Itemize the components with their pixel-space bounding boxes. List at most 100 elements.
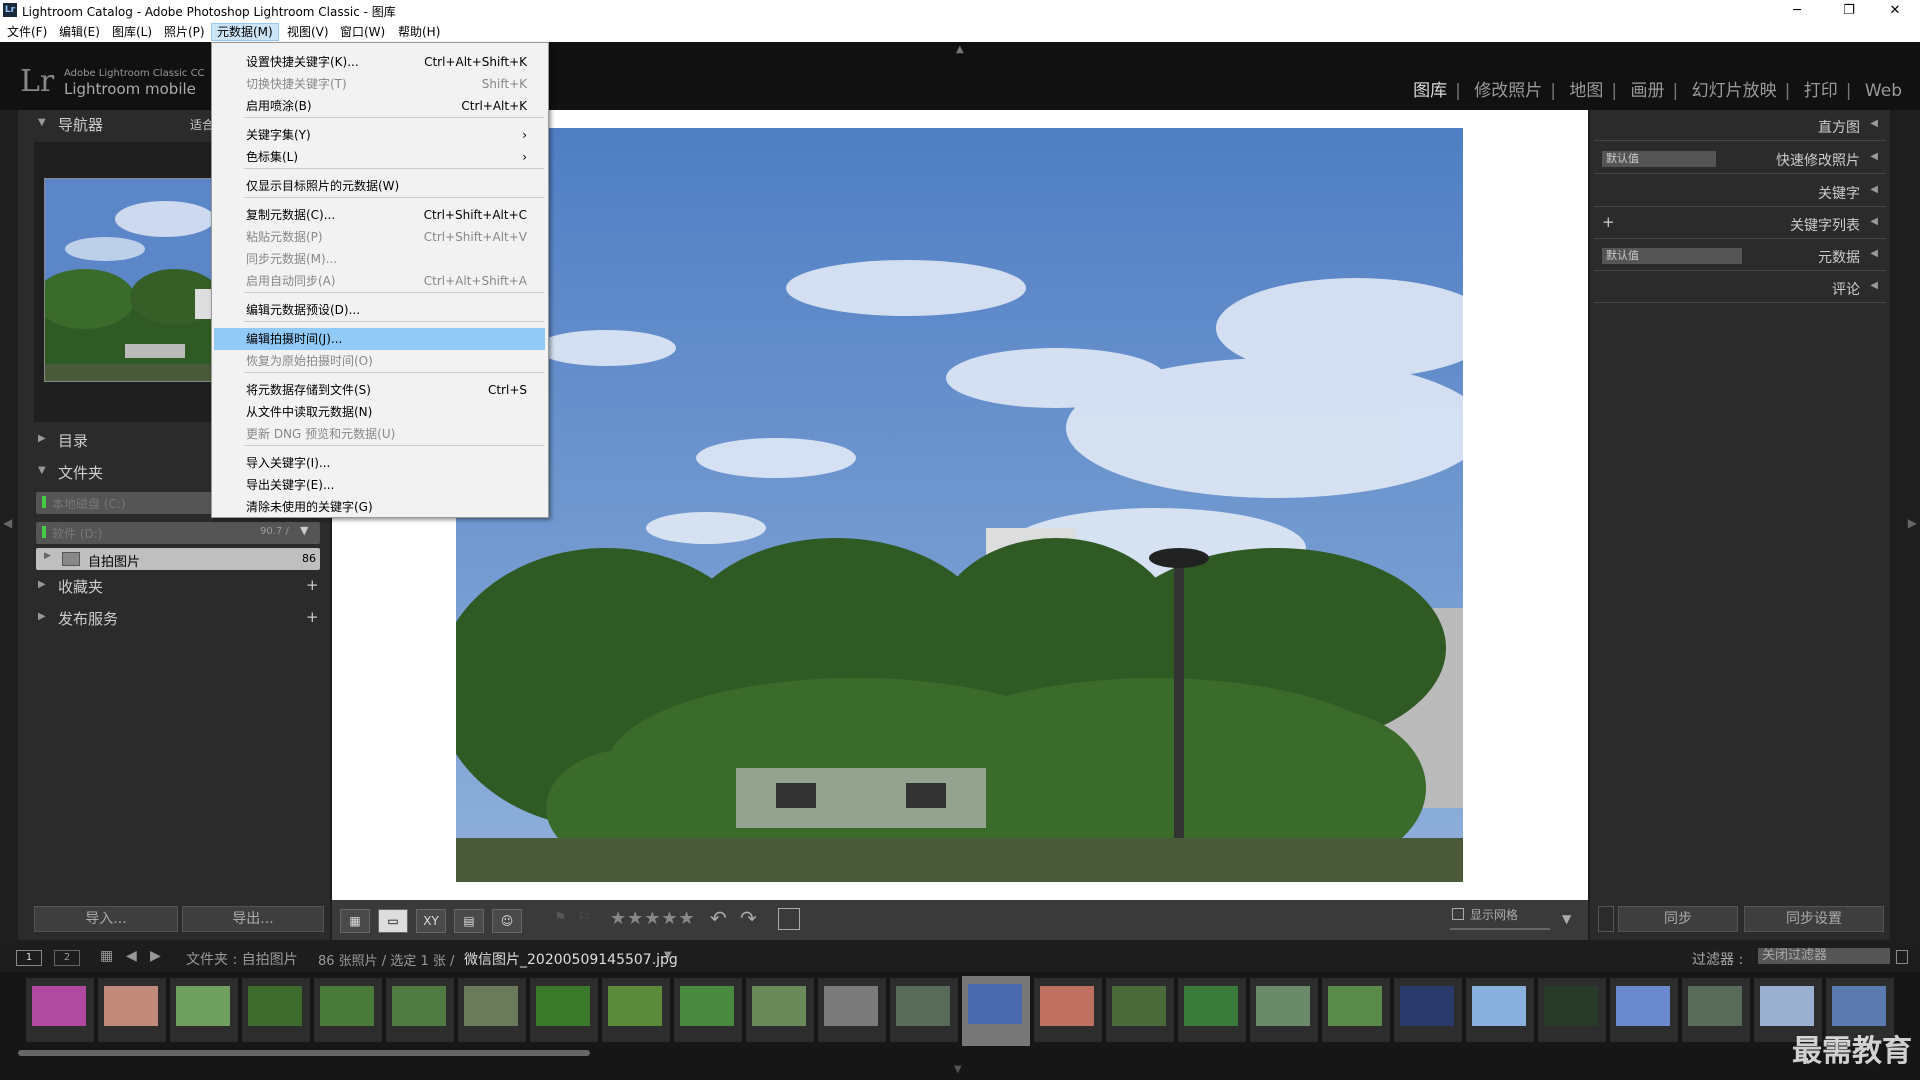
identity-plate-large[interactable]: Lightroom mobile xyxy=(64,80,196,98)
add-keyword-icon[interactable]: + xyxy=(1602,213,1615,231)
menu-item[interactable]: 关键字集(Y) › xyxy=(214,124,545,146)
menu-library[interactable]: 图库(L) xyxy=(107,24,157,40)
quick-develop-preset-select[interactable]: 默认值 xyxy=(1602,151,1716,167)
loupe-view-icon[interactable]: ▭ xyxy=(378,909,408,933)
filmstrip-thumbnail[interactable] xyxy=(1394,978,1462,1042)
menu-item[interactable]: 编辑拍摄时间(J)... xyxy=(214,328,545,350)
filmstrip-thumbnail[interactable] xyxy=(1106,978,1174,1042)
crop-overlay-icon[interactable] xyxy=(778,908,800,930)
collapse-right-icon[interactable]: ▶ xyxy=(1908,516,1917,530)
filmstrip-thumbnail[interactable] xyxy=(1250,978,1318,1042)
menu-item[interactable]: 从文件中读取元数据(N) xyxy=(214,401,545,423)
grid-icon[interactable]: ▦ xyxy=(100,948,113,964)
filmstrip-thumbnail[interactable] xyxy=(1682,978,1750,1042)
show-grid-checkbox[interactable] xyxy=(1452,908,1464,920)
histogram-header[interactable]: 直方图 ◀ xyxy=(1594,112,1886,141)
menu-photo[interactable]: 照片(P) xyxy=(159,24,210,40)
filmstrip-thumbnail[interactable] xyxy=(386,978,454,1042)
filmstrip-thumbnail[interactable] xyxy=(1466,978,1534,1042)
collapse-left-icon[interactable]: ◀ xyxy=(3,516,12,530)
menu-item[interactable]: 仅显示目标照片的元数据(W) xyxy=(214,175,545,197)
module-library[interactable]: 图库 xyxy=(1405,81,1455,101)
sync-settings-button[interactable]: 同步设置 xyxy=(1744,906,1884,932)
filmstrip-thumbnail[interactable] xyxy=(602,978,670,1042)
menu-help[interactable]: 帮助(H) xyxy=(393,24,445,40)
forward-icon[interactable]: ▶ xyxy=(150,948,161,964)
minimize-button[interactable]: ─ xyxy=(1774,0,1820,22)
compare-view-icon[interactable]: XY xyxy=(416,909,446,933)
filter-select[interactable]: 关闭过滤器 xyxy=(1758,948,1890,964)
module-develop[interactable]: 修改照片 xyxy=(1466,81,1550,101)
filmstrip-thumbnail[interactable] xyxy=(1322,978,1390,1042)
back-icon[interactable]: ◀ xyxy=(126,948,137,964)
menu-item[interactable]: 复制元数据(C)... Ctrl+Shift+Alt+C xyxy=(214,204,545,226)
filmstrip-thumbnail[interactable] xyxy=(170,978,238,1042)
rotate-left-icon[interactable]: ↶ xyxy=(710,906,727,930)
keywording-header[interactable]: 关键字 ◀ xyxy=(1594,178,1886,207)
filmstrip-thumbnail[interactable] xyxy=(1178,978,1246,1042)
survey-view-icon[interactable]: ▤ xyxy=(454,909,484,933)
module-print[interactable]: 打印 xyxy=(1796,81,1846,101)
filmstrip-thumbnail[interactable] xyxy=(98,978,166,1042)
menu-window[interactable]: 窗口(W) xyxy=(335,24,390,40)
grid-slider[interactable] xyxy=(1450,928,1550,930)
display2-tab[interactable]: 2 xyxy=(54,950,80,966)
filmstrip-thumbnail[interactable] xyxy=(314,978,382,1042)
sync-button[interactable]: 同步 xyxy=(1618,906,1738,932)
filmstrip-thumbnail[interactable] xyxy=(26,978,94,1042)
menu-file[interactable]: 文件(F) xyxy=(2,24,52,40)
collections-header[interactable]: ▶ 收藏夹 + xyxy=(18,572,330,602)
folder-row-selfie[interactable]: ▶ 自拍图片 86 xyxy=(36,548,320,570)
publish-header[interactable]: ▶ 发布服务 + xyxy=(18,604,330,634)
filmstrip-thumbnail[interactable] xyxy=(962,976,1030,1046)
close-button[interactable]: ✕ xyxy=(1872,0,1918,22)
module-map[interactable]: 地图 xyxy=(1561,81,1611,101)
folder-expand-icon[interactable]: ▶ xyxy=(44,551,51,561)
module-slideshow[interactable]: 幻灯片放映 xyxy=(1684,81,1785,101)
filter-lock-icon[interactable] xyxy=(1896,950,1908,964)
menu-item[interactable]: 清除未使用的关键字(G) xyxy=(214,496,545,518)
collapse-top-icon[interactable]: ▲ xyxy=(956,44,964,55)
filmstrip-thumbnail[interactable] xyxy=(242,978,310,1042)
filmstrip-thumbnail[interactable] xyxy=(818,978,886,1042)
filmstrip-thumbnail[interactable] xyxy=(1610,978,1678,1042)
restore-button[interactable]: ❐ xyxy=(1826,0,1872,22)
navigator-thumbnail[interactable] xyxy=(35,178,220,382)
menu-view[interactable]: 视图(V) xyxy=(282,24,334,40)
filmstrip-thumbnail[interactable] xyxy=(674,978,742,1042)
drive-d-row[interactable]: 软件 (D:) 90.7 / ▼ xyxy=(36,522,320,544)
filmstrip-thumbnail[interactable] xyxy=(530,978,598,1042)
people-view-icon[interactable]: ☺ xyxy=(492,909,522,933)
keyword-list-header[interactable]: + 关键字列表 ◀ xyxy=(1594,210,1886,239)
filmstrip-thumbnail[interactable] xyxy=(746,978,814,1042)
add-publish-icon[interactable]: + xyxy=(306,608,319,626)
filmstrip-thumbnail[interactable] xyxy=(458,978,526,1042)
menu-item[interactable]: 导出关键字(E)... xyxy=(214,474,545,496)
menu-item[interactable]: 设置快捷关键字(K)... Ctrl+Alt+Shift+K xyxy=(214,51,545,73)
menu-edit[interactable]: 编辑(E) xyxy=(54,24,105,40)
toolbar-menu-icon[interactable]: ▼ xyxy=(1562,912,1571,926)
sync-toggle[interactable] xyxy=(1598,906,1614,932)
add-collection-icon[interactable]: + xyxy=(306,576,319,594)
quick-develop-header[interactable]: 默认值 快速修改照片 ◀ xyxy=(1594,145,1886,174)
filename-dropdown-icon[interactable]: ▼ xyxy=(664,950,672,961)
module-book[interactable]: 画册 xyxy=(1623,81,1673,101)
flag-pick-icon[interactable]: ⚑ xyxy=(554,910,567,926)
filmstrip-thumbnail[interactable] xyxy=(890,978,958,1042)
filmstrip-thumbnail[interactable] xyxy=(1034,978,1102,1042)
source-label[interactable]: 文件夹 : 自拍图片 xyxy=(186,949,298,969)
filmstrip-thumbnail[interactable] xyxy=(1538,978,1606,1042)
main-photo[interactable] xyxy=(456,128,1463,882)
import-button[interactable]: 导入... xyxy=(34,906,178,932)
menu-metadata[interactable]: 元数据(M) xyxy=(211,23,279,41)
filename-label[interactable]: 微信图片_20200509145507.jpg xyxy=(464,949,678,969)
menu-item[interactable]: 导入关键字(I)... xyxy=(214,452,545,474)
menu-item[interactable]: 色标集(L) › xyxy=(214,146,545,168)
comments-header[interactable]: 评论 ◀ xyxy=(1594,274,1886,303)
menu-item[interactable]: 编辑元数据预设(D)... xyxy=(214,299,545,321)
metadata-header[interactable]: 默认值 元数据 ◀ xyxy=(1594,242,1886,271)
rotate-right-icon[interactable]: ↷ xyxy=(740,906,757,930)
drive-dropdown-icon[interactable]: ▼ xyxy=(300,524,308,537)
display1-tab[interactable]: 1 xyxy=(16,950,42,966)
export-button[interactable]: 导出... xyxy=(182,906,324,932)
